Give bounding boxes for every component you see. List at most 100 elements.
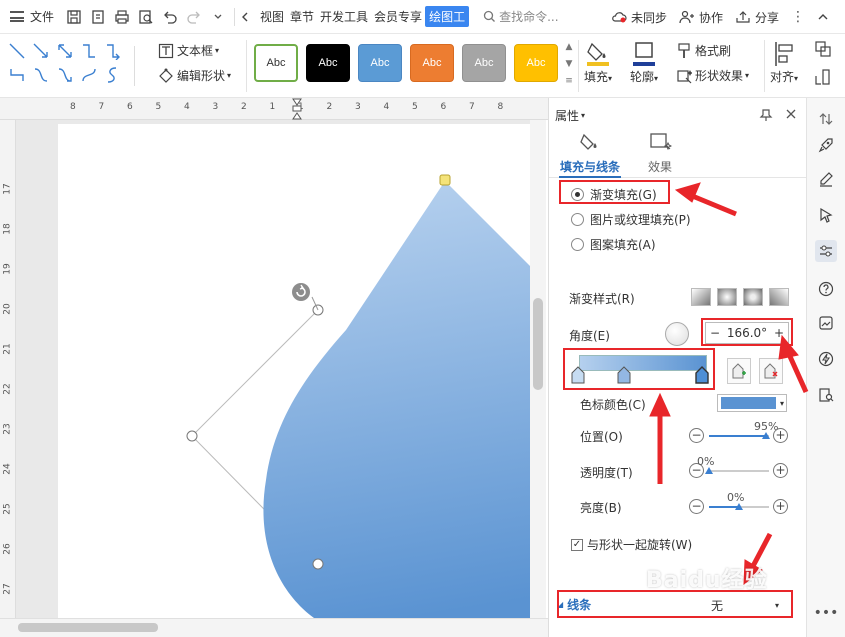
- close-icon[interactable]: [785, 108, 797, 120]
- arrow-up-down-icon[interactable]: [815, 108, 837, 130]
- position-slider[interactable]: − 95% +: [689, 420, 789, 446]
- radio-unselected[interactable]: [571, 238, 584, 251]
- teardrop-shape[interactable]: [16, 120, 530, 618]
- file-menu[interactable]: 文件: [0, 8, 62, 25]
- resize-handle[interactable]: [312, 558, 324, 570]
- rotate-icon[interactable]: [814, 68, 832, 86]
- shape-style-white[interactable]: Abc: [254, 44, 298, 82]
- collapse-ribbon-icon[interactable]: [817, 12, 833, 22]
- chevron-up-icon[interactable]: ▲: [566, 42, 573, 52]
- angle-dial[interactable]: [665, 322, 689, 346]
- shape-style-blue[interactable]: Abc: [358, 44, 402, 82]
- tab-member[interactable]: 会员专享: [371, 8, 425, 25]
- horizontal-ruler[interactable]: 8765432112345678: [0, 98, 548, 120]
- teardrop-fill[interactable]: [263, 181, 530, 618]
- chevron-down-icon[interactable]: ▼: [566, 59, 573, 69]
- edit-shape-button[interactable]: 编辑形状 ▾: [158, 67, 231, 84]
- gradient-style-path[interactable]: [769, 288, 789, 306]
- panel-title[interactable]: 属性: [555, 107, 579, 124]
- elbow-connector-icon[interactable]: [80, 42, 98, 60]
- group-icon[interactable]: [814, 40, 832, 58]
- print-icon[interactable]: [110, 5, 134, 29]
- tab-section[interactable]: 章节: [287, 8, 317, 25]
- undo-icon[interactable]: [158, 5, 182, 29]
- tab-fill-and-line[interactable]: 填充与线条: [555, 132, 625, 178]
- collaborate-button[interactable]: 协作: [679, 9, 723, 26]
- save-icon[interactable]: [62, 5, 86, 29]
- pattern-fill-option[interactable]: 图案填充(A): [571, 236, 656, 253]
- transparency-slider[interactable]: − 0% +: [689, 455, 789, 481]
- increase-button[interactable]: +: [773, 463, 788, 478]
- indent-marker-icon[interactable]: [292, 98, 302, 120]
- curved-double-arrow-icon[interactable]: [80, 66, 98, 84]
- line-shape-icon[interactable]: [8, 42, 26, 60]
- shape-effect-button[interactable]: 形状效果 ▾: [676, 67, 749, 84]
- rocket-icon[interactable]: [815, 134, 837, 156]
- add-gradient-stop-button[interactable]: [727, 358, 751, 384]
- decrease-button[interactable]: −: [689, 499, 704, 514]
- shape-style-black[interactable]: Abc: [306, 44, 350, 82]
- checkbox-checked[interactable]: ✓: [571, 538, 583, 551]
- align-button[interactable]: 对齐▾: [770, 40, 798, 85]
- vertical-ruler[interactable]: 17 18 19 20 21 22 23 24 25 26 27: [0, 120, 16, 620]
- tab-drawing-tools[interactable]: 绘图工: [425, 6, 470, 27]
- slider-thumb[interactable]: [705, 467, 713, 474]
- image-edit-icon[interactable]: [815, 312, 837, 334]
- slider-thumb[interactable]: [735, 503, 743, 510]
- chevron-down-icon[interactable]: ▾: [581, 111, 585, 120]
- curved-connector-icon[interactable]: [32, 66, 50, 84]
- curved-arrow-icon[interactable]: [56, 66, 74, 84]
- gradient-style-rect[interactable]: [743, 288, 763, 306]
- textbox-button[interactable]: 文本框 ▾: [158, 42, 219, 59]
- slider-thumb[interactable]: [762, 432, 770, 439]
- delete-gradient-stop-button[interactable]: [759, 358, 783, 384]
- tab-developer[interactable]: 开发工具: [317, 8, 371, 25]
- scrollbar-thumb[interactable]: [533, 298, 543, 390]
- expand-gallery-icon[interactable]: ≡: [565, 76, 573, 86]
- shape-style-gray[interactable]: Abc: [462, 44, 506, 82]
- sync-status-button[interactable]: 未同步: [611, 9, 667, 26]
- style-gallery-scroll[interactable]: ▲ ▼ ≡: [564, 42, 574, 86]
- share-button[interactable]: 分享: [735, 9, 779, 26]
- command-search[interactable]: 查找命令...: [483, 8, 575, 25]
- rotate-with-shape-option[interactable]: ✓ 与形状一起旋转(W): [571, 536, 692, 553]
- decrease-button[interactable]: −: [689, 428, 704, 443]
- properties-sliders-icon[interactable]: [815, 240, 837, 262]
- slider-track[interactable]: [709, 470, 769, 472]
- resize-handle[interactable]: [186, 430, 198, 442]
- scrollbar-thumb[interactable]: [18, 623, 158, 632]
- tab-scroll-left-icon[interactable]: [239, 5, 251, 29]
- radio-unselected[interactable]: [571, 213, 584, 226]
- book-search-icon[interactable]: [815, 384, 837, 406]
- format-painter-button[interactable]: 格式刷: [676, 42, 731, 59]
- elbow-double-arrow-icon[interactable]: [8, 66, 26, 84]
- increase-button[interactable]: +: [773, 499, 788, 514]
- shape-adjust-handle[interactable]: [439, 174, 451, 186]
- line-shape-gallery[interactable]: [6, 40, 146, 90]
- stop-color-dropdown[interactable]: ▾: [717, 394, 787, 412]
- horizontal-scrollbar[interactable]: [0, 618, 548, 637]
- shape-style-orange[interactable]: Abc: [410, 44, 454, 82]
- brightness-slider[interactable]: − 0% +: [689, 491, 789, 517]
- tab-view[interactable]: 视图: [257, 8, 287, 25]
- increase-button[interactable]: +: [773, 428, 788, 443]
- document-canvas[interactable]: [16, 120, 530, 618]
- cursor-select-icon[interactable]: [815, 204, 837, 226]
- outline-button[interactable]: 轮廓▾: [630, 40, 658, 85]
- more-options-icon[interactable]: ⋮: [791, 9, 805, 25]
- pen-icon[interactable]: [815, 168, 837, 190]
- pin-icon[interactable]: [759, 108, 773, 122]
- picture-fill-option[interactable]: 图片或纹理填充(P): [571, 211, 691, 228]
- vertical-scrollbar[interactable]: [530, 120, 546, 618]
- redo-icon[interactable]: [182, 5, 206, 29]
- freeform-icon[interactable]: [104, 66, 122, 84]
- more-icon[interactable]: •••: [814, 602, 839, 624]
- print-preview-icon[interactable]: [134, 5, 158, 29]
- arrow-line-icon[interactable]: [32, 42, 50, 60]
- tab-effect[interactable]: 效果: [625, 132, 695, 175]
- rotate-handle-icon[interactable]: [292, 283, 310, 301]
- gradient-style-linear[interactable]: [691, 288, 711, 306]
- export-pdf-icon[interactable]: [86, 5, 110, 29]
- help-icon[interactable]: [815, 278, 837, 300]
- chevron-down-icon[interactable]: [206, 5, 230, 29]
